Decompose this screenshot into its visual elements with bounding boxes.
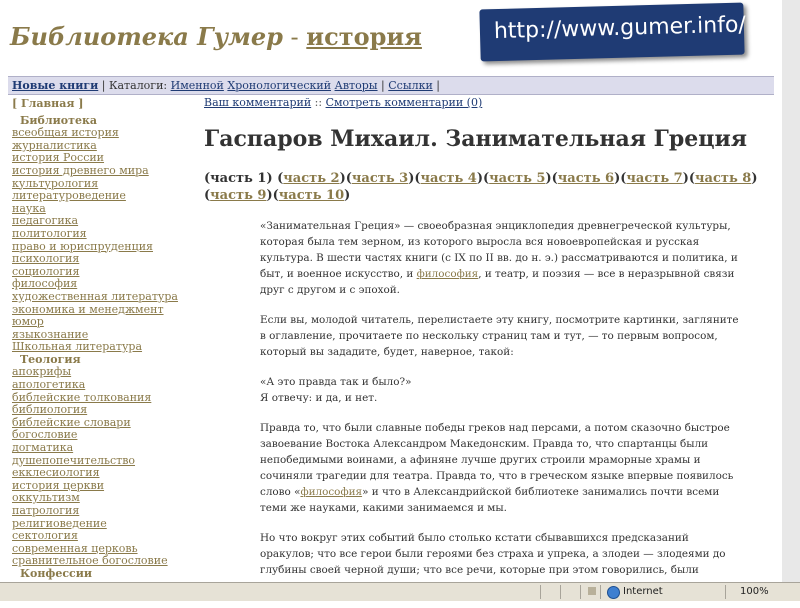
part-link[interactable]: часть 6: [558, 171, 614, 186]
brand-sub-link[interactable]: история: [306, 22, 422, 51]
nav-sep: |: [377, 79, 389, 92]
nav-catalog-chronological[interactable]: Хронологический: [227, 79, 331, 92]
main-content: Ваш комментарий :: Смотреть комментарии …: [204, 96, 778, 109]
your-comment-link[interactable]: Ваш комментарий: [204, 96, 311, 109]
inline-link[interactable]: философия: [417, 268, 479, 280]
status-divider: [580, 585, 581, 599]
status-bar: Internet 100%: [0, 582, 800, 601]
view-comments-link[interactable]: Смотреть комментарии (0): [326, 96, 483, 109]
article-body: «Занимательная Греция» — своеобразная эн…: [260, 218, 740, 608]
nav-catalogs-label: Каталоги:: [108, 79, 171, 92]
part-link[interactable]: часть 8: [695, 171, 751, 186]
site-brand[interactable]: Библиотека Гумер - история: [10, 22, 422, 51]
status-divider: [560, 585, 561, 599]
comments-bar: Ваш комментарий :: Смотреть комментарии …: [204, 96, 778, 109]
article-paragraph: Правда то, что были славные победы греко…: [260, 420, 740, 516]
comments-sep: ::: [311, 96, 326, 109]
sidebar-link[interactable]: художественная литература: [12, 290, 188, 304]
sidebar-link[interactable]: патрология: [12, 504, 188, 518]
security-zone: Internet: [623, 586, 663, 597]
article-paragraph: Если вы, молодой читатель, перелистаете …: [260, 312, 740, 360]
sidebar-link[interactable]: всеобщая история: [12, 127, 188, 140]
part-link[interactable]: часть 5: [489, 171, 545, 186]
part-link[interactable]: часть 2: [283, 171, 339, 186]
sidebar-link[interactable]: апологетика: [12, 378, 188, 392]
brand-main[interactable]: Библиотека Гумер: [10, 22, 283, 51]
article-paragraph: «А это правда так и было?» Я отвечу: и да…: [260, 374, 740, 406]
sidebar-section-title: Конфессии: [20, 566, 93, 580]
status-divider: [725, 585, 726, 599]
part-current: (часть 1): [204, 171, 273, 186]
nav-catalog-authors[interactable]: Авторы: [335, 79, 378, 92]
status-divider: [540, 585, 541, 599]
part-link[interactable]: часть 4: [421, 171, 477, 186]
site-header: Библиотека Гумер - история http://www.gu…: [0, 0, 800, 74]
globe-icon: [607, 586, 620, 599]
part-link[interactable]: часть 3: [352, 171, 408, 186]
sidebar-link[interactable]: сектология: [12, 530, 188, 543]
brand-separator: -: [282, 23, 307, 51]
nav-new-books[interactable]: Новые книги: [12, 79, 98, 92]
nav-sep: |: [98, 79, 109, 92]
paragraph-text: Я отвечу: и да, и нет.: [260, 392, 378, 404]
sidebar-link[interactable]: литературоведение: [12, 190, 188, 203]
zoom-level[interactable]: 100%: [740, 586, 769, 597]
paragraph-text: Если вы, молодой читатель, перелистаете …: [260, 314, 739, 358]
sidebar: [ Главная ] Библиотека всеобщая история жу…: [12, 97, 188, 581]
paragraph-text: «А это правда так и было?»: [260, 376, 412, 388]
url-banner-text: http://www.gumer.info/: [493, 12, 747, 45]
sidebar-link[interactable]: юмор: [12, 315, 188, 329]
sidebar-link[interactable]: психология: [12, 253, 188, 266]
nav-catalog-named[interactable]: Именной: [171, 79, 224, 92]
part-link[interactable]: часть 9: [210, 188, 266, 203]
part-link[interactable]: часть 7: [626, 171, 682, 186]
sidebar-link[interactable]: библиология: [12, 404, 188, 417]
lock-icon: [588, 587, 596, 595]
article-paragraph: «Занимательная Греция» — своеобразная эн…: [260, 218, 740, 298]
nav-sep: |: [432, 79, 440, 92]
inline-link[interactable]: философия: [300, 486, 362, 498]
sidebar-link[interactable]: екклесиология: [12, 467, 188, 480]
page-title: Гаспаров Михаил. Занимательная Греция: [204, 126, 748, 152]
nav-links[interactable]: Ссылки: [388, 79, 433, 92]
sidebar-sections: Библиотека всеобщая история журналистика ис…: [12, 114, 188, 581]
sidebar-link[interactable]: история древнего мира: [12, 164, 188, 178]
sidebar-link[interactable]: Школьная литература: [12, 341, 188, 354]
window-scrollbar[interactable]: [782, 0, 800, 600]
parts-navigation: (часть 1) (часть 2)(часть 3)(часть 4)(ча…: [204, 171, 758, 203]
url-banner: http://www.gumer.info/: [479, 2, 747, 62]
sidebar-link[interactable]: политология: [12, 227, 188, 241]
status-divider: [600, 585, 601, 599]
sidebar-link[interactable]: догматика: [12, 441, 188, 455]
top-navbar: Новые книги | Каталоги: Именной Хронолог…: [8, 76, 774, 95]
sidebar-home[interactable]: [ Главная ]: [12, 97, 188, 111]
part-link[interactable]: часть 10: [279, 188, 344, 203]
